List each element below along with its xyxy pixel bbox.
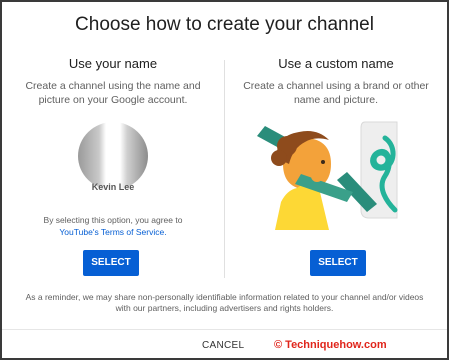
option-description: Create a channel using the name and pict… — [25, 80, 201, 106]
select-your-name-button[interactable]: SELECT — [83, 250, 139, 276]
dialog-title: Choose how to create your channel — [75, 14, 374, 35]
custom-name-illustration — [257, 121, 398, 230]
select-custom-name-button[interactable]: SELECT — [310, 250, 366, 276]
create-channel-dialog: Choose how to create your channel Use yo… — [2, 2, 447, 358]
watermark-text: © Techniquehow.com — [274, 339, 387, 351]
cancel-button[interactable]: CANCEL — [202, 340, 244, 351]
consent-text: By selecting this option, you agree to — [43, 215, 183, 225]
option-title: Use your name — [68, 56, 158, 71]
option-title: Use a custom name — [278, 56, 394, 71]
use-your-name-option: Use your name Create a channel using the… — [2, 56, 224, 107]
terms-of-service-link[interactable]: YouTube's Terms of Service. — [59, 227, 166, 237]
account-name: Kevin Lee — [91, 182, 135, 192]
privacy-reminder: As a reminder, we may share non-personal… — [25, 292, 424, 313]
use-custom-name-option: Use a custom name Create a channel using… — [225, 56, 447, 107]
option-description: Create a channel using a brand or other … — [243, 80, 429, 106]
footer-divider — [2, 329, 447, 330]
terms-consent: By selecting this option, you agree to Y… — [2, 214, 224, 238]
avatar — [78, 122, 148, 190]
